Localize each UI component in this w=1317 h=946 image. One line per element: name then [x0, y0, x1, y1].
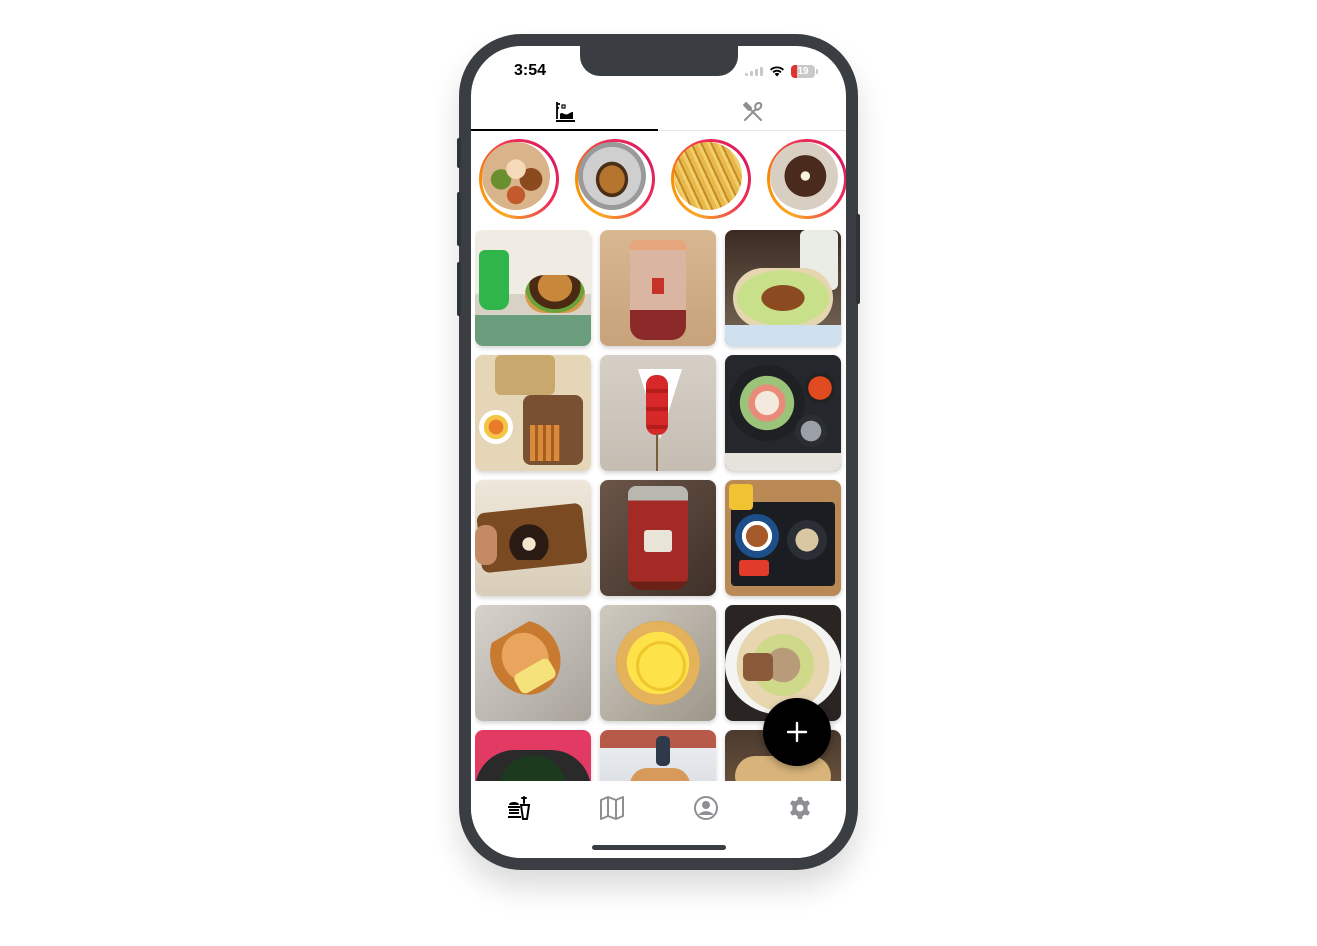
- settings-icon: [789, 797, 810, 819]
- story-thumbnail: [482, 142, 550, 210]
- photo-tile[interactable]: [725, 355, 841, 471]
- story-thumbnail: [578, 142, 646, 210]
- home-indicator: [592, 845, 726, 850]
- profile-icon: [693, 796, 718, 820]
- tab-profile[interactable]: [659, 793, 752, 823]
- photo-tile[interactable]: [600, 230, 716, 346]
- photo-tile[interactable]: [600, 730, 716, 781]
- story-item[interactable]: [479, 139, 559, 219]
- status-indicators: 19: [745, 63, 818, 79]
- tab-settings[interactable]: [753, 793, 846, 823]
- tab-restaurants[interactable]: [659, 94, 846, 130]
- battery-level: 19: [797, 65, 809, 77]
- photo-tile[interactable]: [475, 355, 591, 471]
- volume-down-button: [457, 262, 461, 316]
- top-tab-bar: [471, 94, 846, 131]
- photo-tile[interactable]: [600, 480, 716, 596]
- photo-tile[interactable]: [475, 480, 591, 596]
- food-history-icon: [555, 102, 575, 122]
- power-button: [856, 214, 860, 304]
- mute-switch: [457, 138, 461, 168]
- tab-food[interactable]: [471, 793, 564, 823]
- photo-tile[interactable]: [475, 605, 591, 721]
- notch: [580, 46, 738, 76]
- photo-tile[interactable]: [725, 480, 841, 596]
- wifi-icon: [770, 66, 784, 77]
- app-screen: 3:54 19: [471, 46, 846, 858]
- status-time: 3:54: [514, 62, 547, 79]
- photo-tile[interactable]: [475, 230, 591, 346]
- cellular-signal-icon: [745, 66, 763, 76]
- story-item[interactable]: [767, 139, 846, 219]
- tab-food-history[interactable]: [471, 94, 658, 131]
- story-thumbnail: [674, 142, 742, 210]
- photo-tile[interactable]: [600, 355, 716, 471]
- bottom-tab-bar: [471, 781, 846, 858]
- story-item[interactable]: [671, 139, 751, 219]
- tab-map[interactable]: [565, 793, 658, 823]
- photo-tile[interactable]: [475, 730, 591, 781]
- photo-tile[interactable]: [725, 230, 841, 346]
- phone-frame: 3:54 19: [457, 34, 860, 870]
- plus-icon: [786, 721, 808, 743]
- battery-icon: 19: [791, 64, 818, 78]
- photo-tile[interactable]: [600, 605, 716, 721]
- story-item[interactable]: [575, 139, 655, 219]
- map-icon: [599, 796, 624, 820]
- story-thumbnail: [770, 142, 838, 210]
- volume-up-button: [457, 192, 461, 246]
- food-icon: [507, 796, 530, 820]
- fork-knife-crossed-icon: [742, 101, 762, 121]
- stories-row: [479, 139, 846, 221]
- add-photo-button[interactable]: [763, 698, 831, 766]
